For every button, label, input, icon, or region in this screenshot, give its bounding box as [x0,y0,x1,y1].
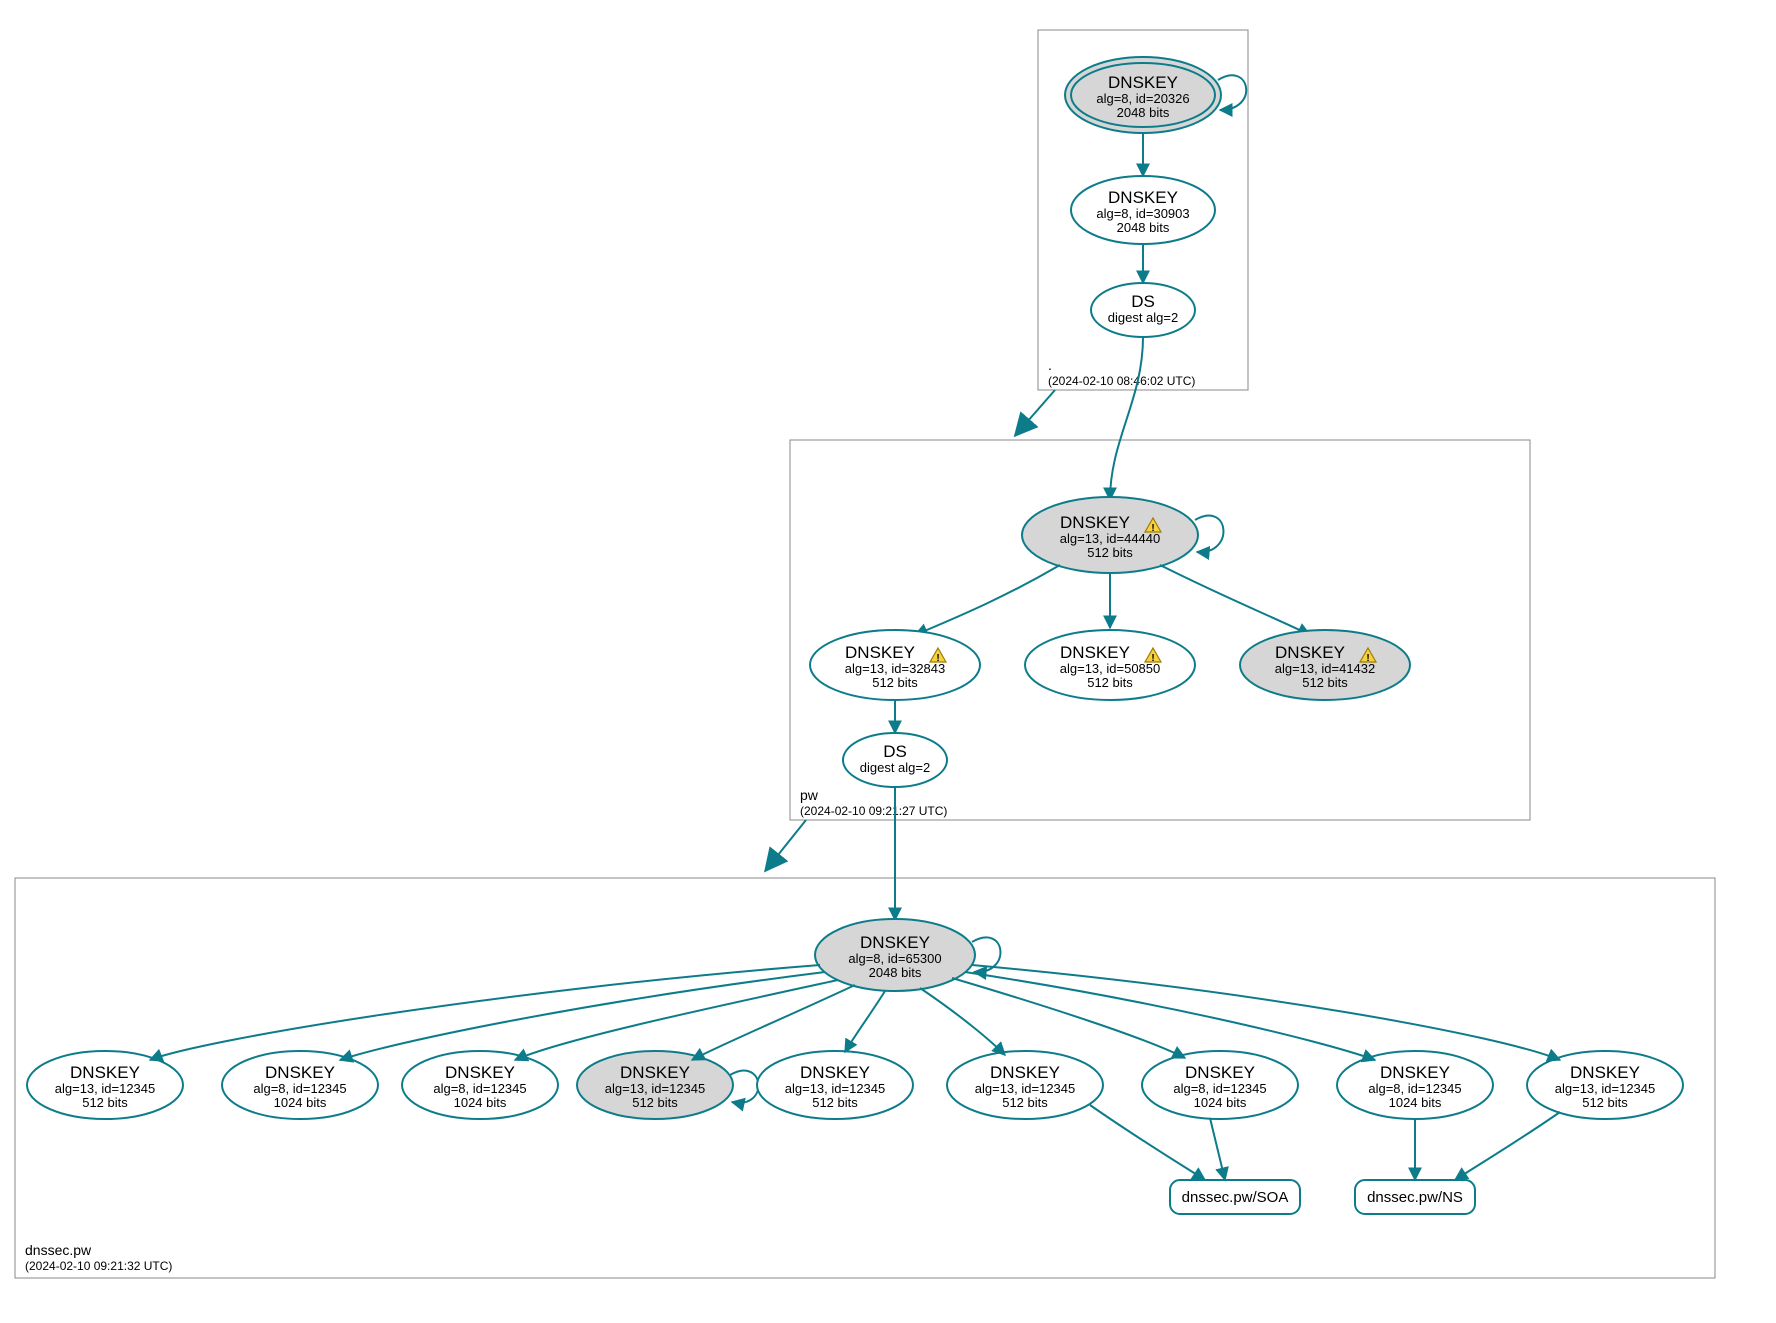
svg-text:!: ! [936,653,939,664]
svg-text:alg=8, id=12345: alg=8, id=12345 [1368,1081,1461,1096]
svg-text:alg=13, id=12345: alg=13, id=12345 [785,1081,885,1096]
svg-text:512 bits: 512 bits [1087,545,1133,560]
node-pw-k3: DNSKEY alg=13, id=41432 512 bits ! [1240,630,1410,700]
node-dn-ksk: DNSKEY alg=8, id=65300 2048 bits [815,919,975,991]
svg-text:512 bits: 512 bits [872,675,918,690]
node-root-ksk: DNSKEY alg=8, id=20326 2048 bits [1065,57,1221,133]
svg-text:512 bits: 512 bits [632,1095,678,1110]
svg-text:alg=8, id=12345: alg=8, id=12345 [253,1081,346,1096]
node-pw-k2: DNSKEY alg=13, id=50850 512 bits ! [1025,630,1195,700]
svg-text:DNSKEY: DNSKEY [1060,513,1130,532]
node-dn-k3: DNSKEY alg=13, id=12345 512 bits [577,1051,733,1119]
svg-text:1024 bits: 1024 bits [1389,1095,1442,1110]
svg-text:alg=8, id=30903: alg=8, id=30903 [1096,206,1189,221]
svg-text:dnssec.pw/SOA: dnssec.pw/SOA [1182,1189,1289,1206]
node-dn-k1: DNSKEY alg=8, id=12345 1024 bits [222,1051,378,1119]
node-pw-ksk: DNSKEY alg=13, id=44440 512 bits ! [1022,497,1198,573]
zone-pw-label: pw [800,787,819,803]
zone-dnssec-label: dnssec.pw [25,1242,92,1258]
svg-text:512 bits: 512 bits [1302,675,1348,690]
svg-text:DS: DS [1131,292,1155,311]
node-rr-soa: dnssec.pw/SOA [1170,1180,1300,1214]
svg-text:DNSKEY: DNSKEY [1185,1063,1255,1082]
svg-text:DNSKEY: DNSKEY [990,1063,1060,1082]
node-rr-ns: dnssec.pw/NS [1355,1180,1475,1214]
svg-text:alg=13, id=44440: alg=13, id=44440 [1060,531,1160,546]
svg-text:alg=13, id=41432: alg=13, id=41432 [1275,661,1375,676]
svg-text:alg=8, id=65300: alg=8, id=65300 [848,951,941,966]
svg-text:DNSKEY: DNSKEY [1570,1063,1640,1082]
svg-text:!: ! [1151,523,1154,534]
svg-text:alg=13, id=12345: alg=13, id=12345 [975,1081,1075,1096]
svg-text:dnssec.pw/NS: dnssec.pw/NS [1367,1189,1463,1206]
svg-text:DNSKEY: DNSKEY [1380,1063,1450,1082]
svg-text:2048 bits: 2048 bits [1117,220,1170,235]
zone-pw: pw (2024-02-10 09:21:27 UTC) DNSKEY alg=… [790,337,1530,820]
svg-text:512 bits: 512 bits [1087,675,1133,690]
svg-text:1024 bits: 1024 bits [454,1095,507,1110]
svg-text:digest alg=2: digest alg=2 [1108,310,1178,325]
node-root-ds: DS digest alg=2 [1091,283,1195,337]
zone-pw-time: (2024-02-10 09:21:27 UTC) [800,804,947,818]
svg-text:digest alg=2: digest alg=2 [860,760,930,775]
svg-text:512 bits: 512 bits [812,1095,858,1110]
svg-text:1024 bits: 1024 bits [274,1095,327,1110]
svg-text:512 bits: 512 bits [1002,1095,1048,1110]
svg-text:alg=13, id=12345: alg=13, id=12345 [55,1081,155,1096]
node-dn-k7: DNSKEY alg=8, id=12345 1024 bits [1337,1051,1493,1119]
node-dn-k0: DNSKEY alg=13, id=12345 512 bits [27,1051,183,1119]
zone-root-label: . [1048,357,1052,373]
svg-text:alg=13, id=12345: alg=13, id=12345 [605,1081,705,1096]
node-pw-k1: DNSKEY alg=13, id=32843 512 bits ! [810,630,980,700]
svg-text:DNSKEY: DNSKEY [445,1063,515,1082]
svg-text:DNSKEY: DNSKEY [70,1063,140,1082]
svg-text:DNSKEY: DNSKEY [860,933,930,952]
svg-text:DNSKEY: DNSKEY [800,1063,870,1082]
svg-text:alg=13, id=32843: alg=13, id=32843 [845,661,945,676]
svg-text:!: ! [1151,653,1154,664]
svg-text:alg=8, id=12345: alg=8, id=12345 [1173,1081,1266,1096]
svg-text:alg=13, id=50850: alg=13, id=50850 [1060,661,1160,676]
zone-dnssec-pw: dnssec.pw (2024-02-10 09:21:32 UTC) DNSK… [15,787,1715,1278]
zone-root-time: (2024-02-10 08:46:02 UTC) [1048,374,1195,388]
svg-text:2048 bits: 2048 bits [1117,105,1170,120]
dnssec-diagram: . (2024-02-10 08:46:02 UTC) DNSKEY alg=8… [0,0,1776,1323]
svg-text:512 bits: 512 bits [1582,1095,1628,1110]
svg-text:DNSKEY: DNSKEY [620,1063,690,1082]
svg-text:alg=13, id=12345: alg=13, id=12345 [1555,1081,1655,1096]
svg-text:alg=8, id=20326: alg=8, id=20326 [1096,91,1189,106]
svg-text:DNSKEY: DNSKEY [1060,643,1130,662]
svg-text:DNSKEY: DNSKEY [845,643,915,662]
svg-text:!: ! [1366,653,1369,664]
svg-text:512 bits: 512 bits [82,1095,128,1110]
svg-text:2048 bits: 2048 bits [869,965,922,980]
node-root-zsk: DNSKEY alg=8, id=30903 2048 bits [1071,176,1215,244]
zone-dnssec-time: (2024-02-10 09:21:32 UTC) [25,1259,172,1273]
node-dn-k5: DNSKEY alg=13, id=12345 512 bits [947,1051,1103,1119]
svg-text:DS: DS [883,742,907,761]
node-dn-k2: DNSKEY alg=8, id=12345 1024 bits [402,1051,558,1119]
svg-text:1024 bits: 1024 bits [1194,1095,1247,1110]
svg-text:alg=8, id=12345: alg=8, id=12345 [433,1081,526,1096]
node-pw-ds: DS digest alg=2 [843,733,947,787]
node-dn-k8: DNSKEY alg=13, id=12345 512 bits [1527,1051,1683,1119]
svg-text:DNSKEY: DNSKEY [1108,188,1178,207]
node-dn-k4: DNSKEY alg=13, id=12345 512 bits [757,1051,913,1119]
node-dn-k6: DNSKEY alg=8, id=12345 1024 bits [1142,1051,1298,1119]
zone-root: . (2024-02-10 08:46:02 UTC) DNSKEY alg=8… [1038,30,1248,390]
svg-text:DNSKEY: DNSKEY [1275,643,1345,662]
svg-text:DNSKEY: DNSKEY [265,1063,335,1082]
svg-text:DNSKEY: DNSKEY [1108,73,1178,92]
